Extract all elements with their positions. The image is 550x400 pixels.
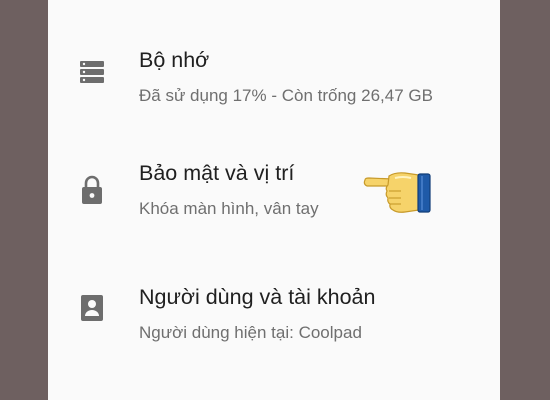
account-icon	[78, 293, 106, 321]
settings-item-title: Bảo mật và vị trí	[139, 161, 295, 185]
settings-item-subtitle: Khóa màn hình, vân tay	[139, 199, 319, 218]
lock-icon	[78, 174, 106, 204]
settings-item-storage[interactable]: Bộ nhớ Đã sử dụng 17% - Còn trống 26,47 …	[48, 20, 500, 130]
pointing-hand-icon	[361, 160, 433, 222]
settings-panel: Bộ nhớ Đã sử dụng 17% - Còn trống 26,47 …	[48, 0, 500, 400]
settings-item-subtitle: Người dùng hiện tại: Coolpad	[139, 323, 362, 342]
settings-item-users[interactable]: Người dùng và tài khoản Người dùng hiện …	[48, 257, 500, 367]
settings-item-title: Bộ nhớ	[139, 48, 210, 72]
settings-item-title: Người dùng và tài khoản	[139, 285, 376, 309]
settings-item-subtitle: Đã sử dụng 17% - Còn trống 26,47 GB	[139, 86, 433, 105]
storage-icon	[78, 58, 106, 86]
